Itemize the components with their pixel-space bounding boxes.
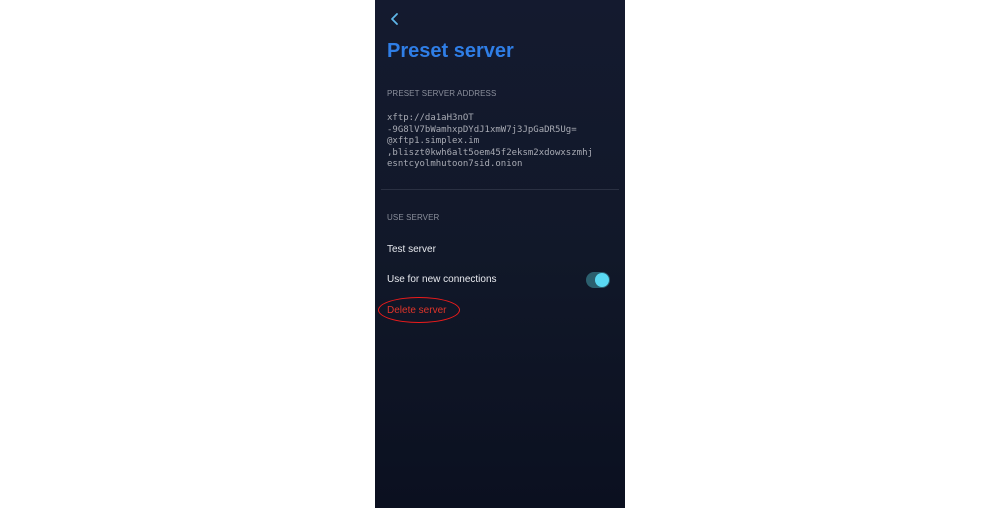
server-address-line: xftp://da1aH3nOT (387, 113, 474, 123)
use-server-section-label: USE SERVER (387, 213, 440, 222)
section-divider (381, 189, 619, 190)
server-address-line: -9G8lV7bWamhxpDYdJ1xmW7j3JpGaDR5Ug= (387, 124, 577, 135)
use-for-new-connections-toggle[interactable] (586, 272, 610, 288)
toggle-knob (595, 273, 609, 287)
page-title: Preset server (387, 40, 514, 62)
server-address: xftp://da1aH3nOT -9G8lV7bWamhxpDYdJ1xmW7… (387, 113, 617, 171)
server-address-line: ,bliszt0kwh6alt5oem45f2eksm2xdowxszmhj (387, 147, 593, 158)
delete-server-button[interactable]: Delete server (387, 305, 446, 316)
server-address-line: esntcyolmhutoon7sid.onion (387, 159, 523, 169)
server-address-line: @xftp1.simplex.im (387, 136, 480, 146)
use-for-new-connections-label: Use for new connections (387, 274, 497, 285)
app-screen: Preset server PRESET SERVER ADDRESS xftp… (375, 0, 625, 508)
back-button[interactable] (387, 10, 403, 28)
preset-address-section-label: PRESET SERVER ADDRESS (387, 89, 497, 98)
chevron-left-icon (391, 13, 398, 25)
test-server-button[interactable]: Test server (387, 244, 436, 255)
